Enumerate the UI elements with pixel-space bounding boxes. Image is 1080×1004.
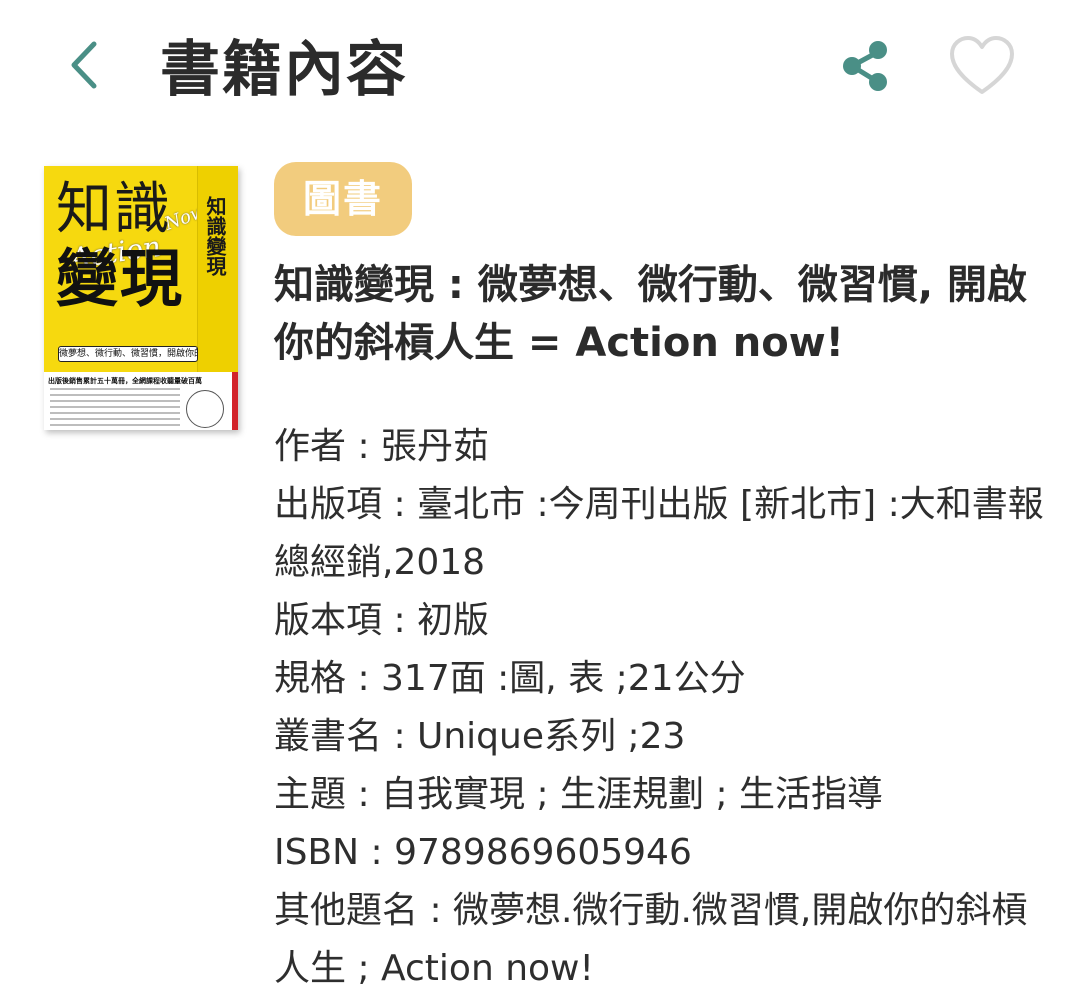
detail-isbn: ISBN : 9789869605946 [274,832,692,873]
cover-publisher-mark [232,372,238,430]
top-bar: 書籍內容 [0,0,1080,140]
book-title: 知識變現 : 微夢想、微行動、微習慣, 開啟你的斜槓人生 = Action no… [274,262,1027,366]
share-icon [843,41,887,91]
detail-physical: 規格 : 317面 :圖, 表 ;21公分 [274,658,746,699]
detail-other-titles: 其他題名 : 微夢想.微行動.微習慣,開啟你的斜槓人生 ; Action now… [274,890,1028,989]
cover-title-bottom: 變現 [56,242,185,315]
detail-series: 叢書名 : Unique系列 ;23 [274,716,686,757]
back-button[interactable] [52,30,122,100]
category-tag: 圖書 [274,162,412,236]
cover-spine: 知識變現 [197,166,238,372]
share-button[interactable] [832,32,900,100]
cover-badge [186,390,224,428]
detail-subjects: 主題 : 自我實現 ; 生涯規劃 ; 生活指導 [274,774,884,815]
detail-publication: 出版項 : 臺北市 :今周刊出版 [新北市] :大和書報總經銷,2018 [274,484,1044,583]
book-details: 作者 : 張丹茹 出版項 : 臺北市 :今周刊出版 [新北市] :大和書報總經銷… [274,418,1054,998]
chevron-left-icon [71,41,97,89]
cover-blurb-lines [50,388,180,426]
heart-outline-icon [950,36,1014,94]
cover-spine-text: 知識變現 [203,196,227,276]
cover-tagline: 出版後銷售累計五十萬冊，全網課程收聽量破百萬 [48,377,202,385]
page-title: 書籍內容 [160,35,408,105]
cover-subtitle: 微夢想、微行動、微習慣，開啟你的斜槓人生 [58,346,198,362]
book-cover-image: 知識 Now! Action 變現 知識變現 微夢想、微行動、微習慣，開啟你的斜… [44,166,238,430]
detail-author: 作者 : 張丹茹 [274,426,490,467]
detail-edition: 版本項 : 初版 [274,600,490,641]
favorite-button[interactable] [946,32,1018,100]
